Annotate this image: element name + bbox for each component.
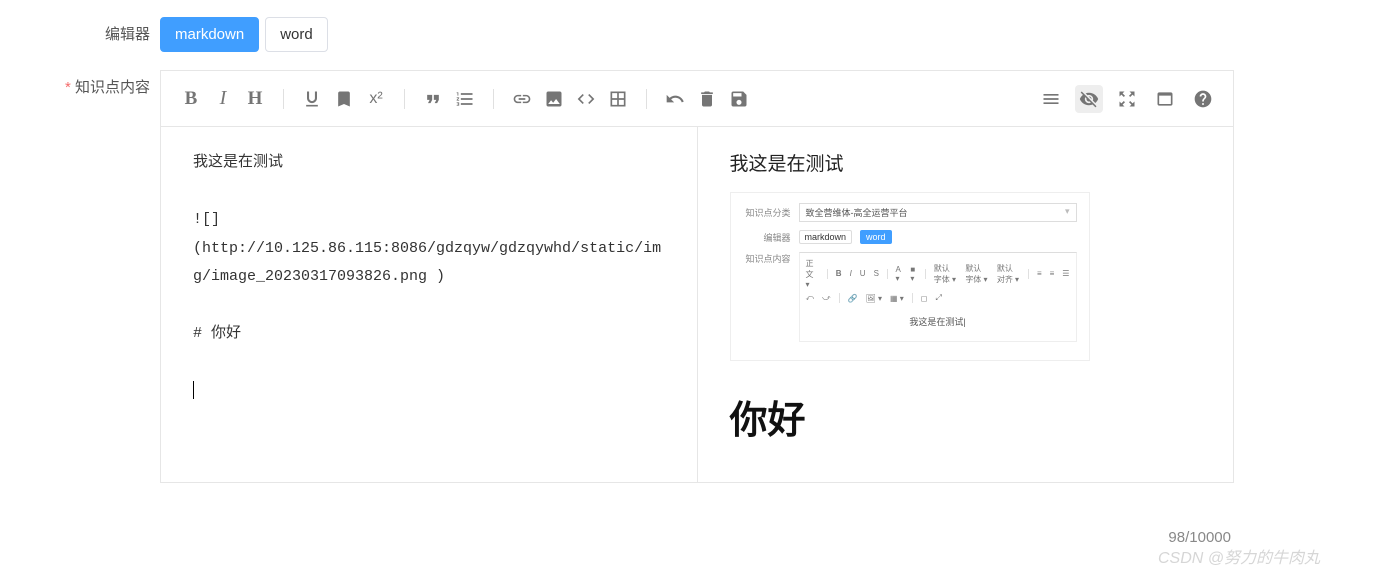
save-icon[interactable] [725, 85, 753, 113]
embedded-toolbar: 正文 ▾ B I U S A ▾ ■ ▾ 默认字体 ▾ [799, 252, 1077, 342]
source-line3: (http://10.125.86.115:8086/gdzqyw/gdzqyw… [193, 240, 661, 286]
cursor [193, 381, 194, 399]
embedded-row-content: 知识点内容 正文 ▾ B I U S A ▾ ■ ▾ [743, 252, 1077, 342]
source-line1: 我这是在测试 [193, 154, 283, 171]
source-line4: # 你好 [193, 325, 241, 342]
bold-icon[interactable]: B [177, 85, 205, 113]
separator [404, 89, 405, 109]
watermark: CSDN @努力的牛肉丸 [1158, 544, 1320, 568]
undo-icon[interactable] [661, 85, 689, 113]
help-icon[interactable] [1189, 85, 1217, 113]
embedded-content-text: 我这是在测试| [806, 307, 1070, 336]
link-icon[interactable] [508, 85, 536, 113]
editor-toolbar: B I H x² [161, 71, 1233, 127]
editor-type-row: 编辑器 markdown word [0, 0, 1376, 52]
embedded-label-content: 知识点内容 [743, 252, 791, 265]
source-pane[interactable]: 我这是在测试 ![] (http://10.125.86.115:8086/gd… [161, 127, 698, 482]
embedded-tag-word: word [860, 230, 892, 244]
quote-icon[interactable] [419, 85, 447, 113]
embedded-row-category: 知识点分类 致全营维体-高全运营平台 [743, 203, 1077, 222]
table-icon[interactable] [604, 85, 632, 113]
embedded-select-category: 致全营维体-高全运营平台 [799, 203, 1077, 222]
ordered-list-icon[interactable] [451, 85, 479, 113]
preview-title: 我这是在测试 [730, 149, 1202, 176]
heading-icon[interactable]: H [241, 85, 269, 113]
code-icon[interactable] [572, 85, 600, 113]
preview-heading: 你好 [730, 389, 1202, 444]
content-label: 知识点内容 [0, 70, 160, 97]
editor-panes: 我这是在测试 ![] (http://10.125.86.115:8086/gd… [161, 127, 1233, 482]
toolbar-left: B I H x² [177, 85, 1037, 113]
image-icon[interactable] [540, 85, 568, 113]
editor-label: 编辑器 [0, 17, 160, 44]
embedded-toolbar-row2: ⤺ ⤻ 🔗 🖼 ▾ ▦ ▾ ◻ ⤢ [806, 293, 1070, 303]
trash-icon[interactable] [693, 85, 721, 113]
underline-icon[interactable] [298, 85, 326, 113]
embedded-image: 知识点分类 致全营维体-高全运营平台 编辑器 markdown word 知识点… [730, 192, 1090, 361]
preview-pane: 我这是在测试 知识点分类 致全营维体-高全运营平台 编辑器 markdown w… [698, 127, 1234, 482]
separator [646, 89, 647, 109]
editor-tabs: markdown word [160, 17, 328, 52]
toc-icon[interactable] [1037, 85, 1065, 113]
tab-markdown[interactable]: markdown [160, 17, 259, 52]
toolbar-right [1037, 85, 1217, 113]
bookmark-icon[interactable] [330, 85, 358, 113]
separator [283, 89, 284, 109]
embedded-toolbar-row1: 正文 ▾ B I U S A ▾ ■ ▾ 默认字体 ▾ [806, 258, 1070, 289]
source-line2: ![] [193, 211, 220, 228]
preview-toggle-icon[interactable] [1075, 85, 1103, 113]
embedded-row-editor: 编辑器 markdown word [743, 230, 1077, 244]
italic-icon[interactable]: I [209, 85, 237, 113]
editor-container: B I H x² [160, 70, 1234, 483]
embedded-label-editor: 编辑器 [743, 231, 791, 244]
superscript-icon[interactable]: x² [362, 85, 390, 113]
fullscreen-icon[interactable] [1113, 85, 1141, 113]
window-icon[interactable] [1151, 85, 1179, 113]
separator [493, 89, 494, 109]
embedded-label-category: 知识点分类 [743, 206, 791, 219]
content-row: 知识点内容 B I H x² [0, 52, 1376, 483]
tab-word[interactable]: word [265, 17, 328, 52]
embedded-tag-markdown: markdown [799, 230, 853, 244]
